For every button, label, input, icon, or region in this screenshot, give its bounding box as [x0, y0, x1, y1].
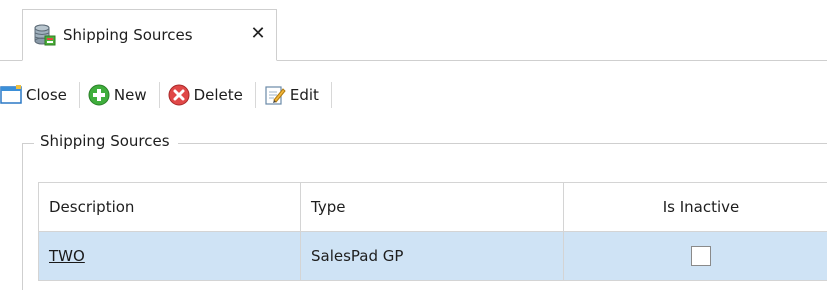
edit-icon: [264, 84, 286, 106]
shipping-sources-grid: Description Type Is Inactive TWO SalesPa…: [38, 182, 827, 281]
app-window: Shipping Sources ✕ Close New Delete Edit…: [0, 0, 827, 290]
database-icon: [33, 23, 57, 47]
edit-button[interactable]: Edit: [264, 80, 327, 110]
new-button[interactable]: New: [88, 80, 155, 110]
column-header-is-inactive[interactable]: Is Inactive: [563, 182, 827, 232]
toolbar: Close New Delete Edit: [0, 80, 340, 110]
delete-button[interactable]: Delete: [168, 80, 251, 110]
grid-header-row: Description Type Is Inactive: [38, 182, 827, 232]
close-button[interactable]: Close: [0, 80, 75, 110]
column-header-type[interactable]: Type: [300, 182, 564, 232]
cell-is-inactive[interactable]: [563, 231, 827, 281]
tab-shipping-sources[interactable]: Shipping Sources ✕: [22, 9, 277, 61]
tab-title: Shipping Sources: [63, 26, 193, 44]
document-tab-strip: Shipping Sources ✕: [0, 0, 827, 61]
delete-icon: [168, 84, 190, 106]
cell-type[interactable]: SalesPad GP: [300, 231, 564, 281]
toolbar-separator: [330, 82, 332, 108]
table-row[interactable]: TWO SalesPad GP: [38, 231, 827, 281]
toolbar-separator: [78, 82, 80, 108]
cell-description[interactable]: TWO: [38, 231, 301, 281]
close-button-label: Close: [26, 86, 67, 104]
description-link[interactable]: TWO: [49, 247, 85, 265]
close-tab-icon[interactable]: ✕: [248, 24, 268, 44]
delete-button-label: Delete: [193, 86, 243, 104]
window-close-icon: [0, 84, 22, 106]
new-button-label: New: [113, 86, 147, 104]
group-title: Shipping Sources: [34, 132, 178, 150]
edit-button-label: Edit: [289, 86, 319, 104]
column-header-description[interactable]: Description: [38, 182, 301, 232]
toolbar-separator: [158, 82, 160, 108]
is-inactive-checkbox[interactable]: [691, 246, 711, 266]
toolbar-separator: [254, 82, 256, 108]
add-icon: [88, 84, 110, 106]
